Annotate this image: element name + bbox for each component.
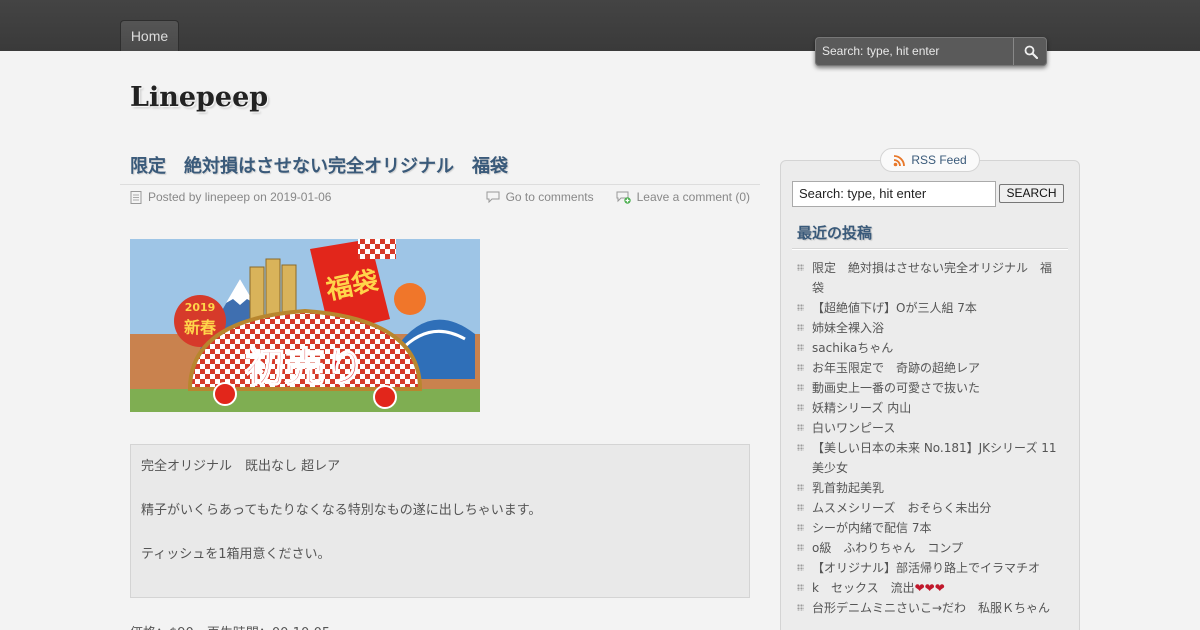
recent-posts-divider: [792, 248, 1068, 250]
top-search-button[interactable]: [1015, 38, 1046, 65]
recent-post-item[interactable]: お年玉限定で 奇跡の超絶レア: [796, 358, 1060, 378]
post-title[interactable]: 限定 絶対損はさせない完全オリジナル 福袋: [130, 152, 508, 178]
recent-post-item[interactable]: 【超絶値下げ】Oが三人組 7本: [796, 298, 1060, 318]
site-title[interactable]: Linepeep: [130, 82, 268, 113]
recent-post-item[interactable]: 動画史上一番の可愛さで抜いた: [796, 378, 1060, 398]
bullet-icon: [797, 604, 804, 611]
bullet-icon: [797, 364, 804, 371]
bullet-icon: [797, 324, 804, 331]
top-search-input[interactable]: Search: type, hit enter: [816, 38, 1014, 65]
bullet-icon: [797, 544, 804, 551]
post-body-line-3: ティッシュを1箱用意ください。: [141, 547, 331, 562]
bullet-icon: [797, 384, 804, 391]
top-search-box: Search: type, hit enter: [815, 37, 1047, 66]
new-year-sale-illustration: 福袋 2019 新春 初売り: [130, 239, 480, 412]
bullet-icon: [797, 584, 804, 591]
new-year-label: 新春: [184, 318, 217, 337]
rss-feed-link[interactable]: RSS Feed: [880, 148, 980, 172]
bullet-icon: [797, 444, 804, 451]
bullet-icon: [797, 404, 804, 411]
bullet-icon: [797, 524, 804, 531]
recent-post-item[interactable]: 台形デニムミニさいこ→だわ 私服Ｋちゃん: [796, 598, 1060, 618]
post-content-box: 完全オリジナル 既出なし 超レア 精子がいくらあってもたりなくなる特別なもの遂に…: [130, 444, 750, 598]
recent-post-item[interactable]: ムスメシリーズ おそらく未出分: [796, 498, 1060, 518]
rss-feed-label: RSS Feed: [911, 153, 967, 167]
nav-home-tab[interactable]: Home: [120, 20, 179, 51]
document-icon: [130, 190, 142, 204]
add-comment-icon: [616, 191, 631, 204]
comment-bubble-icon: [486, 191, 500, 203]
sidebar-search-button[interactable]: SEARCH: [999, 184, 1064, 203]
recent-post-item[interactable]: k セックス 流出❤❤❤: [796, 578, 1060, 598]
recent-post-item[interactable]: 白いワンピース: [796, 418, 1060, 438]
recent-post-item[interactable]: 姉妹全裸入浴: [796, 318, 1060, 338]
recent-post-item[interactable]: 【オリジナル】部活帰り路上でイラマチオ: [796, 558, 1060, 578]
bullet-icon: [797, 484, 804, 491]
bullet-icon: [797, 564, 804, 571]
bullet-icon: [797, 344, 804, 351]
hatsuuri-label: 初売り: [245, 344, 365, 391]
recent-posts-heading: 最近の投稿: [797, 224, 873, 242]
year-label: 2019: [185, 301, 216, 314]
bullet-icon: [797, 264, 804, 271]
rss-icon: [894, 154, 906, 166]
recent-post-item[interactable]: 妖精シリーズ 内山: [796, 398, 1060, 418]
heart-icons: ❤❤❤: [914, 581, 945, 595]
magnifier-icon: [1024, 45, 1038, 59]
go-to-comments-link[interactable]: Go to comments: [506, 190, 594, 204]
bullet-icon: [797, 304, 804, 311]
post-meta: Posted by linepeep on 2019-01-06 Go to c…: [120, 184, 760, 208]
recent-post-item[interactable]: シーが内緒で配信 7本: [796, 518, 1060, 538]
recent-post-item[interactable]: sachikaちゃん: [796, 338, 1060, 358]
recent-post-item[interactable]: o級 ふわりちゃん コンプ: [796, 538, 1060, 558]
leave-comment-link[interactable]: Leave a comment (0): [637, 190, 750, 204]
recent-post-item[interactable]: 【美しい日本の未来 No.181】JKシリーズ 11 美少女: [796, 438, 1069, 478]
post-body-line-2: 精子がいくらあってもたりなくなる特別なもの遂に出しちゃいます。: [141, 503, 542, 518]
posted-by-text: Posted by linepeep on 2019-01-06: [148, 190, 332, 204]
recent-posts-list: 限定 絶対損はさせない完全オリジナル 福袋 【超絶値下げ】Oが三人組 7本 姉妹…: [796, 258, 1069, 618]
post-banner-image: 福袋 2019 新春 初売り: [130, 239, 480, 412]
bullet-icon: [797, 504, 804, 511]
recent-post-item[interactable]: 限定 絶対損はさせない完全オリジナル 福袋: [796, 258, 1060, 298]
sidebar-search-input[interactable]: Search: type, hit enter: [792, 181, 996, 207]
post-price-line: 価格：$90 再生時間：00:10:05: [130, 622, 330, 630]
bullet-icon: [797, 424, 804, 431]
recent-post-item[interactable]: 乳首勃起美乳: [796, 478, 1060, 498]
post-body-line-1: 完全オリジナル 既出なし 超レア: [141, 459, 341, 474]
